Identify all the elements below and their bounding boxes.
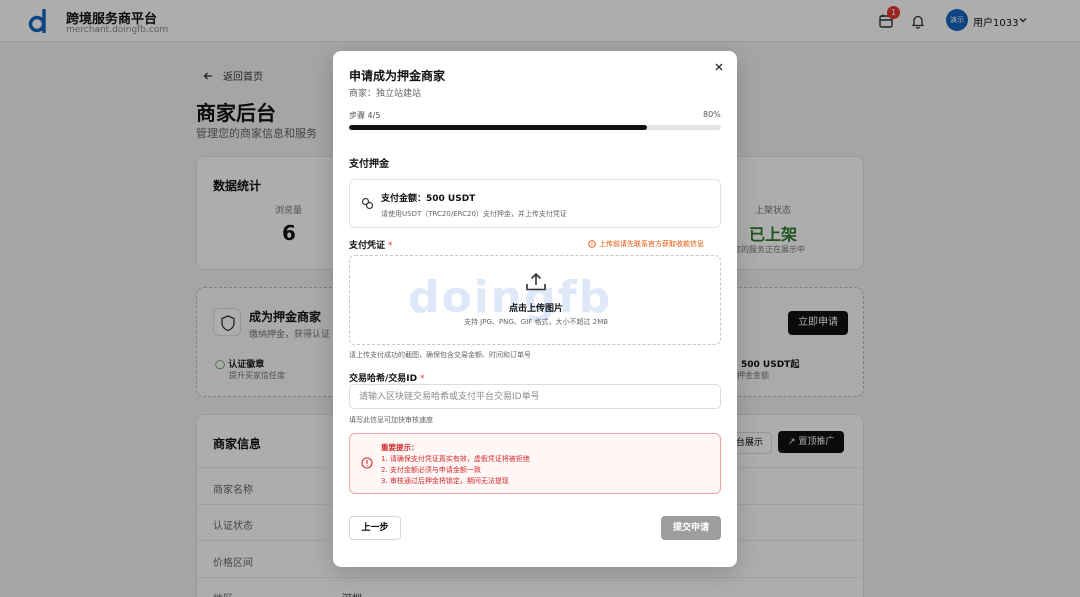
- progress-bar: [349, 125, 721, 130]
- link-icon: [361, 197, 374, 210]
- deposit-application-modal: 申请成为押金商家 商家：独立站建站 步骤 4/5 80% 支付押金 支付金额：5…: [333, 51, 737, 567]
- tx-hash-note: 填写此信息可加快审核速度: [349, 416, 433, 424]
- modal-title: 申请成为押金商家: [349, 69, 446, 83]
- upload-hint: 支持 JPG、PNG、GIF 格式，大小不超过 2MB: [463, 318, 609, 326]
- payment-proof-text: 支付凭证: [349, 241, 386, 251]
- tx-hash-input[interactable]: [349, 384, 721, 409]
- upload-icon: [526, 272, 546, 291]
- alert-circle-icon: [361, 457, 373, 469]
- image-upload-area[interactable]: doingfb 点击上传图片 支持 JPG、PNG、GIF 格式，大小不超过 2…: [349, 255, 721, 345]
- payment-amount: 支付金额：500 USDT: [381, 194, 476, 204]
- upload-text: 点击上传图片: [508, 304, 563, 314]
- progress-fill: [349, 125, 647, 130]
- notice-line: 2. 支付金额必须与申请金额一致: [381, 466, 481, 474]
- section-title: 支付押金: [349, 159, 389, 170]
- progress-percent: 80%: [703, 110, 721, 119]
- payment-desc: 请使用USDT（TRC20/ERC20）支付押金，并上传支付凭证: [381, 210, 567, 218]
- close-icon[interactable]: [713, 61, 725, 73]
- upload-note: 请上传支付成功的截图，确保包含交易金额、时间和订单号: [349, 351, 531, 359]
- proof-warning[interactable]: 上传前请先联系官方获取收款信息: [588, 239, 704, 249]
- tx-hash-label: 交易哈希/交易ID *: [349, 371, 425, 384]
- proof-warning-text: 上传前请先联系官方获取收款信息: [599, 240, 704, 248]
- modal-subtitle: 商家：独立站建站: [349, 89, 422, 99]
- payment-proof-label: 支付凭证 *: [349, 238, 393, 251]
- notice-line: 3. 审核通过后押金将锁定，期间无法提现: [381, 477, 509, 485]
- tx-hash-text: 交易哈希/交易ID: [349, 374, 418, 384]
- notice-title: 重要提示：: [381, 443, 419, 452]
- notice-line: 1. 请确保支付凭证真实有效，虚假凭证将被拒绝: [381, 455, 530, 463]
- info-circle-icon: [588, 240, 596, 248]
- payment-info-box: 支付金额：500 USDT 请使用USDT（TRC20/ERC20）支付押金，并…: [349, 179, 721, 228]
- watermark: doingfb: [408, 272, 613, 323]
- step-indicator: 步骤 4/5: [349, 111, 381, 120]
- important-notice: 重要提示： 1. 请确保支付凭证真实有效，虚假凭证将被拒绝 2. 支付金额必须与…: [349, 433, 721, 494]
- submit-application-button[interactable]: 提交申请: [661, 516, 721, 540]
- previous-step-button[interactable]: 上一步: [349, 516, 401, 540]
- required-mark: *: [388, 241, 393, 251]
- required-mark: *: [420, 374, 425, 384]
